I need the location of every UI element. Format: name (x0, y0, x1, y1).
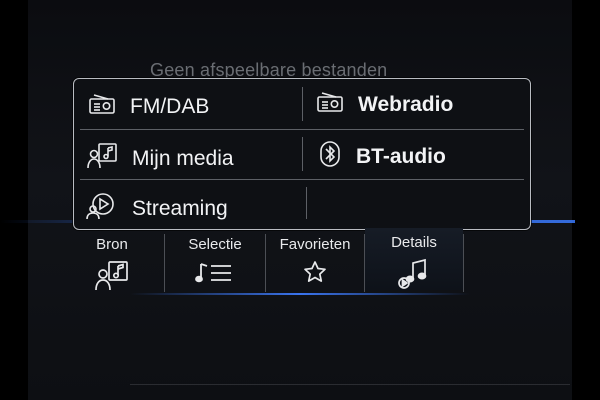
playlist-icon (195, 260, 235, 290)
source-item-label: BT-audio (356, 145, 446, 168)
source-item-bt-audio[interactable]: BT-audio (318, 141, 446, 173)
tab-details[interactable]: Details (365, 228, 463, 290)
source-item-fm-dab[interactable]: FM/DAB (88, 93, 209, 121)
source-item-label: Streaming (132, 197, 228, 220)
tab-favorieten[interactable]: Favorieten (266, 230, 364, 292)
tab-selectie[interactable]: Selectie (165, 230, 265, 292)
menu-divider (80, 179, 524, 180)
star-icon (303, 260, 327, 288)
tab-divider (463, 234, 464, 292)
tab-label: Bron (96, 236, 128, 253)
menu-divider (80, 129, 524, 130)
radio-icon (88, 93, 116, 121)
source-menu-popup: FM/DAB Webradio Mijn media BT-audio Stre… (73, 78, 531, 230)
source-item-my-media[interactable]: Mijn media (86, 142, 234, 176)
source-item-empty (318, 192, 518, 220)
menu-divider (302, 137, 303, 171)
source-item-label: Webradio (358, 93, 454, 116)
source-item-label: FM/DAB (130, 95, 210, 118)
music-details-icon (397, 258, 431, 294)
bottom-tab-bar: Bron Selectie Favorieten Details (60, 228, 470, 294)
screen-divider (130, 384, 570, 385)
menu-divider (306, 187, 307, 219)
tab-label: Favorieten (279, 236, 351, 253)
menu-divider (302, 87, 303, 121)
source-item-label: Mijn media (132, 147, 234, 170)
streaming-icon (86, 192, 118, 226)
active-tab-glow (130, 293, 470, 295)
tab-bron[interactable]: Bron (60, 230, 164, 292)
source-item-streaming[interactable]: Streaming (86, 192, 228, 226)
tab-label: Selectie (188, 236, 242, 253)
webradio-icon (316, 91, 344, 119)
bluetooth-icon (318, 141, 342, 173)
my-media-icon (86, 142, 118, 176)
source-icon (94, 260, 130, 296)
source-item-webradio[interactable]: Webradio (316, 91, 453, 119)
tab-label: Details (391, 234, 437, 251)
